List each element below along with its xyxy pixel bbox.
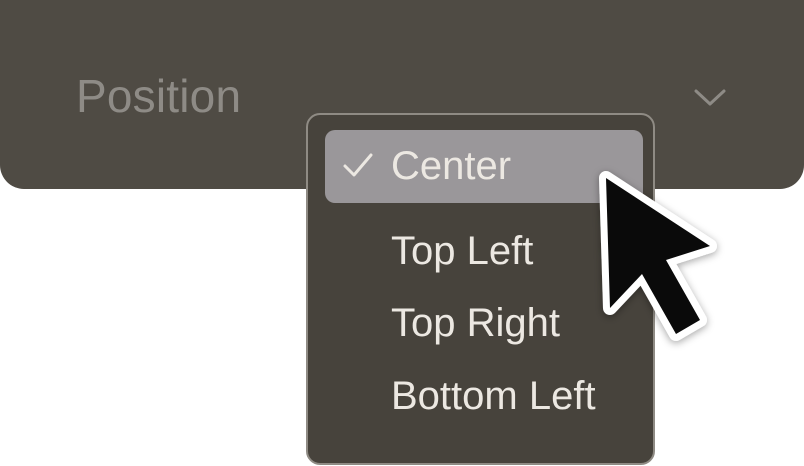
menu-item-label: Bottom Left [391,374,596,418]
check-icon [343,153,373,177]
menu-item-bottom-left[interactable]: Bottom Left [325,360,643,433]
chevron-down-icon[interactable] [692,86,728,108]
mouse-pointer-icon [599,171,717,341]
select-label: Position [76,70,242,122]
position-select-demo: Position Center Top Left Top Right Botto… [0,0,804,466]
menu-item-label: Top Right [391,301,560,345]
menu-item-label: Top Left [391,229,534,273]
menu-item-label: Center [391,144,512,188]
